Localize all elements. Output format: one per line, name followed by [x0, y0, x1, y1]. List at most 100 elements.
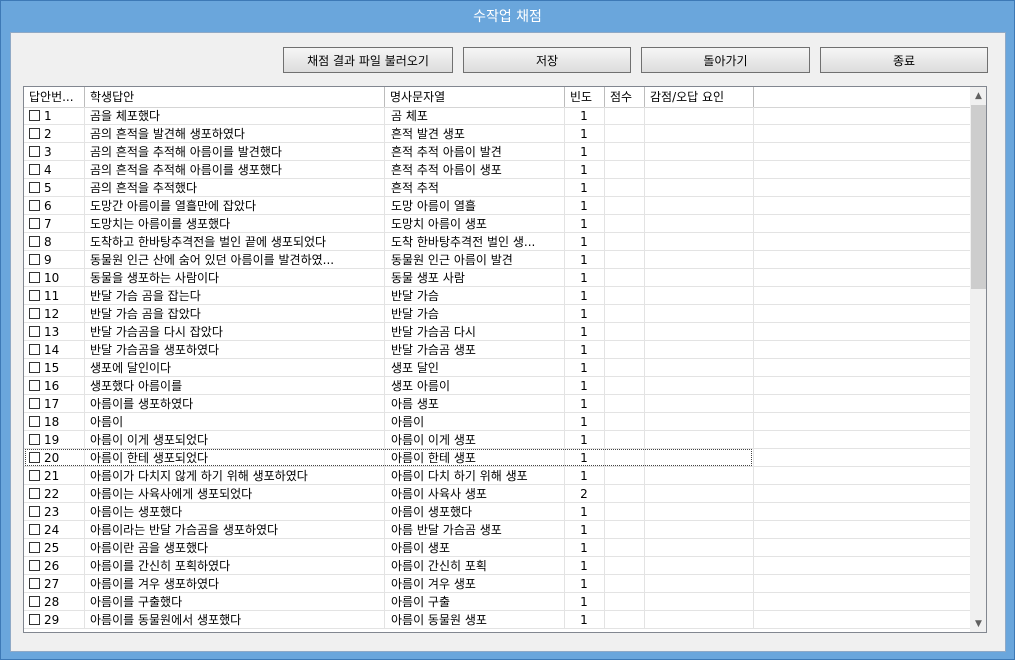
table-row[interactable]: 12 반달 가슴 곰을 잡았다 반달 가슴 1	[24, 305, 970, 323]
noun-string-cell: 아름이	[391, 415, 425, 429]
row-checkbox[interactable]	[29, 398, 40, 409]
scrollbar-thumb[interactable]	[971, 105, 986, 289]
table-row[interactable]: 16 생포했다 아름이를 생포 아름이 1	[24, 377, 970, 395]
exit-button[interactable]: 종료	[820, 47, 988, 73]
column-header-score[interactable]: 점수	[605, 87, 645, 107]
row-checkbox[interactable]	[29, 182, 40, 193]
table-row[interactable]: 29 아름이를 동물원에서 생포했다 아름이 동물원 생포 1	[24, 611, 970, 629]
table-row[interactable]: 20 아름이 한테 생포되었다 아름이 한테 생포 1	[24, 449, 970, 467]
table-row[interactable]: 25 아름이란 곰을 생포했다 아름이 생포 1	[24, 539, 970, 557]
save-button[interactable]: 저장	[463, 47, 631, 73]
row-checkbox[interactable]	[29, 290, 40, 301]
row-checkbox[interactable]	[29, 272, 40, 283]
table-row[interactable]: 4 곰의 흔적을 추적해 아름이를 생포했다 흔적 추적 아름이 생포 1	[24, 161, 970, 179]
noun-string-cell: 반달 가슴	[391, 289, 439, 303]
student-answer-cell: 아름이를 구출했다	[90, 595, 183, 609]
student-answer-cell: 아름이를 생포하였다	[90, 397, 194, 411]
table-row[interactable]: 2 곰의 흔적을 발견해 생포하였다 흔적 발견 생포 1	[24, 125, 970, 143]
frequency-cell: 2	[580, 487, 588, 501]
table-row[interactable]: 8 도착하고 한바탕추격전을 벌인 끝에 생포되었다 도착 한바탕추격전 벌인 생.…	[24, 233, 970, 251]
row-checkbox[interactable]	[29, 200, 40, 211]
column-header-student-answer[interactable]: 학생답안	[85, 87, 385, 107]
frequency-cell: 1	[580, 343, 588, 357]
noun-string-cell: 도망 아름이 열흘	[391, 199, 476, 213]
answer-number-cell: 2	[44, 127, 52, 141]
row-checkbox[interactable]	[29, 524, 40, 535]
table-row[interactable]: 13 반달 가슴곰을 다시 잡았다 반달 가슴곰 다시 1	[24, 323, 970, 341]
answer-number-cell: 15	[44, 361, 60, 375]
table-row[interactable]: 3 곰의 흔적을 추적해 아름이를 발견했다 흔적 추적 아름이 발견 1	[24, 143, 970, 161]
table-row[interactable]: 17 아름이를 생포하였다 아름 생포 1	[24, 395, 970, 413]
column-header-frequency[interactable]: 빈도	[565, 87, 605, 107]
answer-number-cell: 4	[44, 163, 52, 177]
noun-string-cell: 반달 가슴	[391, 307, 439, 321]
row-checkbox[interactable]	[29, 128, 40, 139]
column-header-deduction-reason[interactable]: 감점/오답 요인	[645, 87, 754, 107]
row-checkbox[interactable]	[29, 470, 40, 481]
row-checkbox[interactable]	[29, 326, 40, 337]
list-header: 답안번... 학생답안 명사문자열 빈도 점수 감점/오답 요인	[24, 87, 970, 108]
row-checkbox[interactable]	[29, 560, 40, 571]
row-checkbox[interactable]	[29, 110, 40, 121]
back-button[interactable]: 돌아가기	[641, 47, 810, 73]
table-row[interactable]: 18 아름이 아름이 1	[24, 413, 970, 431]
row-checkbox[interactable]	[29, 308, 40, 319]
table-row[interactable]: 10 동물을 생포하는 사람이다 동물 생포 사람 1	[24, 269, 970, 287]
row-checkbox[interactable]	[29, 164, 40, 175]
row-checkbox[interactable]	[29, 596, 40, 607]
table-row[interactable]: 15 생포에 달인이다 생포 달인 1	[24, 359, 970, 377]
row-checkbox[interactable]	[29, 488, 40, 499]
table-row[interactable]: 19 아름이 이게 생포되었다 아름이 이게 생포 1	[24, 431, 970, 449]
row-checkbox[interactable]	[29, 434, 40, 445]
frequency-cell: 1	[580, 163, 588, 177]
table-row[interactable]: 27 아름이를 겨우 생포하였다 아름이 겨우 생포 1	[24, 575, 970, 593]
table-row[interactable]: 1 곰을 체포했다 곰 체포 1	[24, 107, 970, 125]
table-row[interactable]: 26 아름이를 간신히 포획하였다 아름이 간신히 포획 1	[24, 557, 970, 575]
answer-number-cell: 26	[44, 559, 60, 573]
table-row[interactable]: 21 아름이가 다치지 않게 하기 위해 생포하였다 아름이 다치 하기 위해 생포…	[24, 467, 970, 485]
vertical-scrollbar[interactable]: ▲ ▼	[970, 87, 986, 632]
column-header-noun-string[interactable]: 명사문자열	[385, 87, 565, 107]
table-row[interactable]: 22 아름이는 사육사에게 생포되었다 아름이 사육사 생포 2	[24, 485, 970, 503]
row-checkbox[interactable]	[29, 236, 40, 247]
noun-string-cell: 아름이 동물원 생포	[391, 613, 487, 627]
row-checkbox[interactable]	[29, 542, 40, 553]
table-row[interactable]: 24 아름이라는 반달 가슴곰을 생포하였다 아름 반달 가슴곰 생포 1	[24, 521, 970, 539]
table-row[interactable]: 11 반달 가슴 곰을 잡는다 반달 가슴 1	[24, 287, 970, 305]
scroll-up-icon[interactable]: ▲	[970, 87, 986, 104]
row-checkbox[interactable]	[29, 218, 40, 229]
row-checkbox[interactable]	[29, 254, 40, 265]
row-checkbox[interactable]	[29, 146, 40, 157]
answer-number-cell: 1	[44, 109, 52, 123]
noun-string-cell: 아름 생포	[391, 397, 439, 411]
noun-string-cell: 동물원 인근 아름이 발견	[391, 253, 513, 267]
row-checkbox[interactable]	[29, 362, 40, 373]
frequency-cell: 1	[580, 127, 588, 141]
row-checkbox[interactable]	[29, 614, 40, 625]
noun-string-cell: 반달 가슴곰 다시	[391, 325, 476, 339]
row-checkbox[interactable]	[29, 380, 40, 391]
table-row[interactable]: 5 곰의 흔적을 추적했다 흔적 추적 1	[24, 179, 970, 197]
table-row[interactable]: 9 동물원 인근 산에 숨어 있던 아름이를 발견하였... 동물원 인근 아름이 …	[24, 251, 970, 269]
table-row[interactable]: 14 반달 가슴곰을 생포하였다 반달 가슴곰 생포 1	[24, 341, 970, 359]
frequency-cell: 1	[580, 235, 588, 249]
grading-list[interactable]: 답안번... 학생답안 명사문자열 빈도 점수 감점/오답 요인 1 곰을 체포했…	[23, 86, 987, 633]
answer-number-cell: 27	[44, 577, 60, 591]
row-checkbox[interactable]	[29, 506, 40, 517]
row-checkbox[interactable]	[29, 344, 40, 355]
noun-string-cell: 생포 달인	[391, 361, 439, 375]
column-header-answer-number[interactable]: 답안번...	[24, 87, 85, 107]
table-row[interactable]: 23 아름이는 생포했다 아름이 생포했다 1	[24, 503, 970, 521]
load-results-button[interactable]: 채점 결과 파일 불러오기	[283, 47, 453, 73]
row-checkbox[interactable]	[29, 416, 40, 427]
noun-string-cell: 도착 한바탕추격전 벌인 생...	[391, 235, 536, 249]
scroll-down-icon[interactable]: ▼	[970, 615, 986, 632]
student-answer-cell: 아름이가 다치지 않게 하기 위해 생포하였다	[90, 469, 308, 483]
answer-number-cell: 22	[44, 487, 60, 501]
row-checkbox[interactable]	[29, 578, 40, 589]
table-row[interactable]: 28 아름이를 구출했다 아름이 구출 1	[24, 593, 970, 611]
table-row[interactable]: 7 도망치는 아름이를 생포했다 도망치 아름이 생포 1	[24, 215, 970, 233]
answer-number-cell: 12	[44, 307, 60, 321]
frequency-cell: 1	[580, 415, 588, 429]
table-row[interactable]: 6 도망간 아름이를 열흘만에 잡았다 도망 아름이 열흘 1	[24, 197, 970, 215]
